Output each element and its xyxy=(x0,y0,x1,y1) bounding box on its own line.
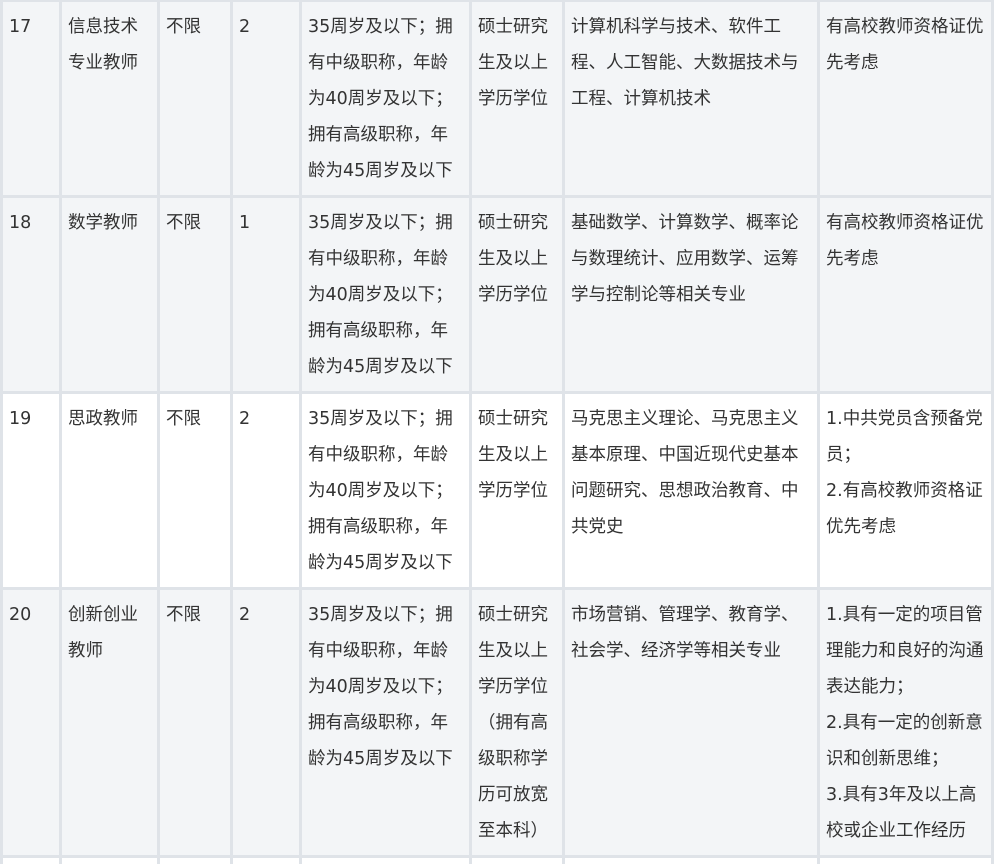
cell-other: 有高校教师资格证优先考虑 xyxy=(820,198,994,394)
cell-other: 有高校教师资格证优先考虑 xyxy=(820,0,994,198)
cell-position: 信息技术专业教师 xyxy=(62,0,160,198)
cell-gender: 不限 xyxy=(160,198,233,394)
cell-gender: 不限 xyxy=(160,0,233,198)
cell-no: 17 xyxy=(0,0,62,198)
cell-count: 2 xyxy=(233,394,302,590)
cell-count: 1 xyxy=(233,198,302,394)
cell-position: 创新创业教师 xyxy=(62,590,160,858)
cell-major: 基础数学、计算数学、概率论与数理统计、应用数学、运筹学与控制论等相关专业 xyxy=(565,198,820,394)
table-row: 20 创新创业教师 不限 2 35周岁及以下；拥有中级职称，年龄为40周岁及以下… xyxy=(0,590,994,858)
cell-position: 数学教师 xyxy=(62,198,160,394)
cell-age: 35周岁及以下；拥有中级职称，年龄为40周岁及以下；拥有高级职称，年龄为45周岁… xyxy=(302,590,472,858)
cell-education: 硕士研究生及以上学历学位 xyxy=(472,394,565,590)
cell-major: 计算机科学与技术、软件工程、人工智能、大数据技术与工程、计算机技术 xyxy=(565,0,820,198)
cell-major: 马克思主义理论、马克思主义基本原理、中国近现代史基本问题研究、思想政治教育、中共… xyxy=(565,394,820,590)
cell-empty xyxy=(302,858,472,864)
cell-age: 35周岁及以下；拥有中级职称，年龄为40周岁及以下；拥有高级职称，年龄为45周岁… xyxy=(302,198,472,394)
cell-empty xyxy=(565,858,820,864)
table-row-partial xyxy=(0,858,994,864)
cell-empty xyxy=(472,858,565,864)
cell-no: 18 xyxy=(0,198,62,394)
recruitment-table: 17 信息技术专业教师 不限 2 35周岁及以下；拥有中级职称，年龄为40周岁及… xyxy=(0,0,994,864)
table-row: 18 数学教师 不限 1 35周岁及以下；拥有中级职称，年龄为40周岁及以下；拥… xyxy=(0,198,994,394)
cell-empty xyxy=(62,858,160,864)
cell-age: 35周岁及以下；拥有中级职称，年龄为40周岁及以下；拥有高级职称，年龄为45周岁… xyxy=(302,394,472,590)
cell-education: 硕士研究生及以上学历学位 xyxy=(472,0,565,198)
cell-major: 市场营销、管理学、教育学、社会学、经济学等相关专业 xyxy=(565,590,820,858)
cell-empty xyxy=(0,858,62,864)
cell-count: 2 xyxy=(233,0,302,198)
cell-empty xyxy=(233,858,302,864)
cell-age: 35周岁及以下；拥有中级职称，年龄为40周岁及以下；拥有高级职称，年龄为45周岁… xyxy=(302,0,472,198)
cell-empty xyxy=(820,858,994,864)
cell-empty xyxy=(160,858,233,864)
cell-count: 2 xyxy=(233,590,302,858)
cell-other: 1.具有一定的项目管理能力和良好的沟通表达能力； 2.具有一定的创新意识和创新思… xyxy=(820,590,994,858)
cell-no: 20 xyxy=(0,590,62,858)
cell-education: 硕士研究生及以上学历学位（拥有高级职称学历可放宽至本科） xyxy=(472,590,565,858)
cell-position: 思政教师 xyxy=(62,394,160,590)
table-row: 17 信息技术专业教师 不限 2 35周岁及以下；拥有中级职称，年龄为40周岁及… xyxy=(0,0,994,198)
cell-education: 硕士研究生及以上学历学位 xyxy=(472,198,565,394)
cell-gender: 不限 xyxy=(160,394,233,590)
cell-gender: 不限 xyxy=(160,590,233,858)
table-row: 19 思政教师 不限 2 35周岁及以下；拥有中级职称，年龄为40周岁及以下；拥… xyxy=(0,394,994,590)
cell-no: 19 xyxy=(0,394,62,590)
cell-other: 1.中共党员含预备党员； 2.有高校教师资格证优先考虑 xyxy=(820,394,994,590)
